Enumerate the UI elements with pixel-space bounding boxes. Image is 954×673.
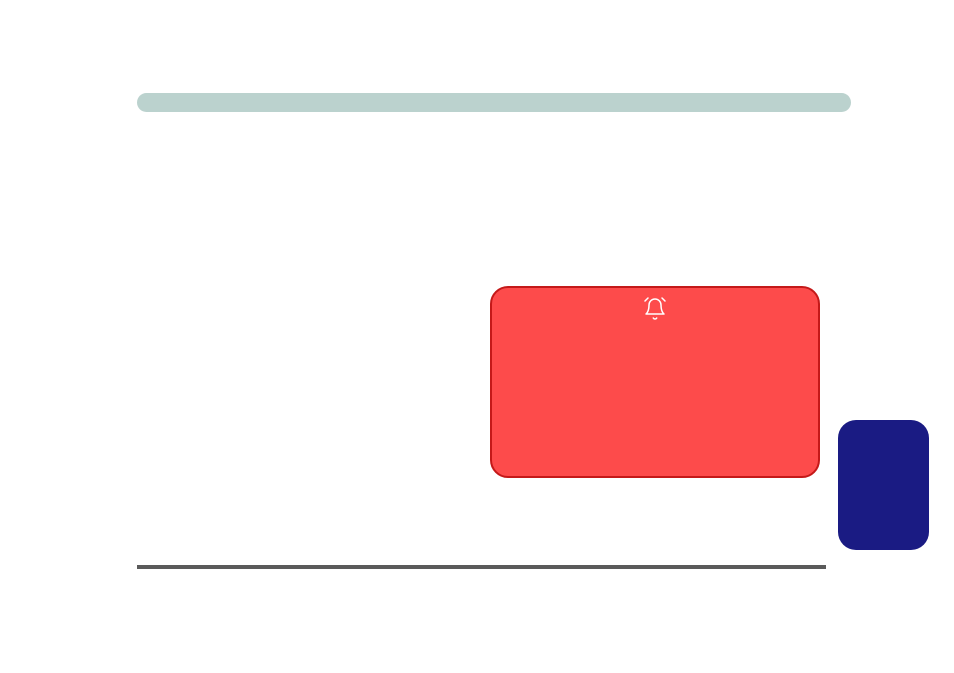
side-box xyxy=(838,420,929,550)
top-bar xyxy=(137,93,851,112)
alert-panel xyxy=(490,286,820,478)
divider-line xyxy=(137,565,826,569)
bell-ring-icon xyxy=(643,297,667,321)
